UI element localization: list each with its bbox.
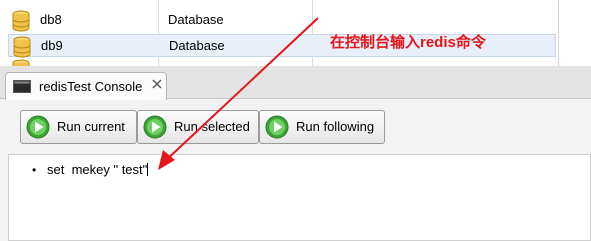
database-type: Database [168, 12, 224, 27]
tab-strip: redisTest Console [0, 66, 591, 100]
console-window-icon [13, 80, 31, 93]
database-icon [12, 10, 30, 32]
tab-redistest-console[interactable]: redisTest Console [5, 72, 167, 100]
annotation-text: 在控制台输入redis命令 [330, 34, 486, 51]
database-icon [12, 59, 30, 66]
run-current-label: Run current [57, 119, 125, 134]
console-toolbar: Run current Run selected Run following [8, 106, 591, 156]
database-row-db8[interactable]: db8 Database [8, 9, 556, 32]
line-bullet: • [32, 163, 37, 177]
run-following-button[interactable]: Run following [259, 110, 385, 144]
database-name: db8 [40, 12, 62, 27]
run-selected-button[interactable]: Run selected [137, 110, 259, 144]
tab-label: redisTest Console [39, 79, 143, 94]
play-icon [26, 115, 50, 139]
run-following-label: Run following [296, 119, 375, 134]
database-type: Database [169, 38, 225, 53]
console-view: redisTest Console Run current Run select… [0, 66, 591, 241]
close-icon[interactable] [151, 78, 163, 90]
database-name: db9 [41, 38, 63, 53]
play-icon [265, 115, 289, 139]
run-current-button[interactable]: Run current [20, 110, 137, 144]
command-text: set mekey " test" [47, 162, 149, 177]
database-row-partial[interactable] [8, 58, 556, 66]
command-text-value: set mekey " test" [47, 162, 148, 177]
console-editor[interactable]: • set mekey " test" [8, 154, 591, 241]
run-selected-label: Run selected [174, 119, 250, 134]
database-icon [13, 36, 31, 58]
text-caret [147, 163, 149, 176]
play-icon [143, 115, 167, 139]
